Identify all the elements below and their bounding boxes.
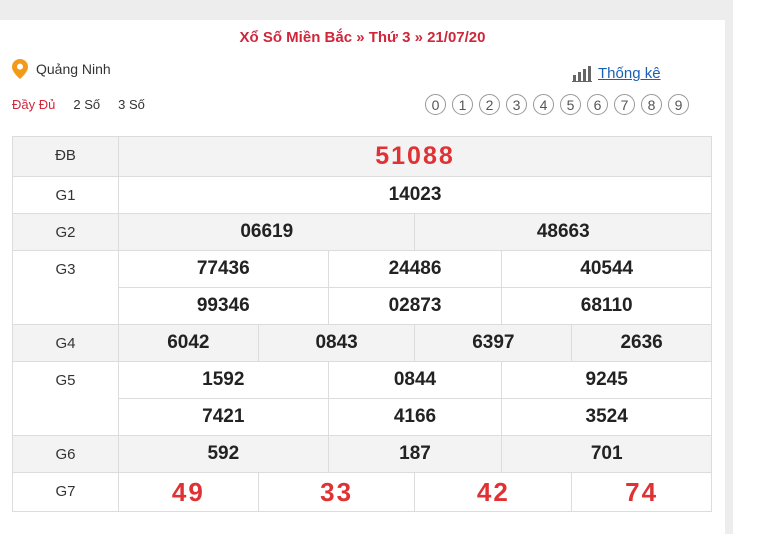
digit-button-5[interactable]: 5 [560,94,581,115]
digit-button-6[interactable]: 6 [587,94,608,115]
stats-link[interactable]: Thống kê [598,65,661,82]
row-g3: G3 77436 24486 40544 [12,250,712,325]
prize-label: G5 [12,361,119,436]
prize-label: ĐB [12,136,119,177]
prize-number: 48663 [414,213,712,251]
digit-button-2[interactable]: 2 [479,94,500,115]
side-panel [733,0,758,534]
prize-number-highlight: 49 [118,472,259,512]
prize-number: 701 [501,435,712,473]
prize-number: 77436 [118,250,329,288]
prize-number: 6397 [414,324,573,362]
prize-number-highlight: 42 [414,472,573,512]
digit-button-8[interactable]: 8 [641,94,662,115]
prize-number: 187 [327,435,503,473]
bar-chart-icon [572,65,592,82]
special-prize-number: 51088 [118,136,712,177]
prize-number: 99346 [118,287,329,325]
prize-number: 3524 [501,398,712,436]
prize-number: 1592 [118,361,329,399]
digit-button-4[interactable]: 4 [533,94,554,115]
digit-button-0[interactable]: 0 [425,94,446,115]
mode-2-digits[interactable]: 2 Số [73,97,100,112]
display-mode-tabs: Đầy Đủ 2 Số 3 Số [12,97,163,112]
location-pin-icon [12,59,28,79]
prize-number: 7421 [118,398,329,436]
prize-number: 14023 [118,176,712,214]
prize-label: G7 [12,472,119,512]
row-db: ĐB 51088 [12,136,712,177]
prize-label: G1 [12,176,119,214]
prize-number: 24486 [327,250,503,288]
digit-button-3[interactable]: 3 [506,94,527,115]
prize-number: 6042 [118,324,259,362]
prize-number: 02873 [327,287,503,325]
row-g4: G4 6042 0843 6397 2636 [12,324,712,362]
prize-number: 40544 [501,250,712,288]
row-g7: G7 49 33 42 74 [12,472,712,512]
prize-number: 06619 [117,213,416,251]
page-title[interactable]: Xổ Số Miền Bắc » Thứ 3 » 21/07/20 [0,29,725,46]
location-label: Quảng Ninh [36,61,111,77]
prize-label: G6 [12,435,119,473]
digit-button-9[interactable]: 9 [668,94,689,115]
stats-link-group[interactable]: Thống kê [572,65,661,82]
prize-label: G2 [12,213,119,251]
row-g5: G5 1592 0844 9245 [12,361,712,436]
row-g2: G2 06619 48663 [12,213,712,251]
mode-3-digits[interactable]: 3 Số [118,97,145,112]
prize-number: 2636 [571,324,712,362]
digit-button-1[interactable]: 1 [452,94,473,115]
prize-label: G3 [12,250,119,325]
prize-number: 4166 [327,398,503,436]
results-table: ĐB 51088 G1 14023 G2 06619 48663 G3 7743… [12,136,712,512]
row-g6: G6 592 187 701 [12,435,712,473]
prize-number-highlight: 74 [571,472,712,512]
prize-number: 68110 [501,287,712,325]
mode-full[interactable]: Đầy Đủ [12,97,55,112]
prize-number-highlight: 33 [257,472,416,512]
digit-button-7[interactable]: 7 [614,94,635,115]
prize-label: G4 [12,324,119,362]
prize-number: 0843 [257,324,416,362]
location-selector[interactable]: Quảng Ninh [12,59,111,79]
prize-number: 592 [118,435,329,473]
row-g1: G1 14023 [12,176,712,214]
prize-number: 9245 [501,361,712,399]
digit-filter: 0 1 2 3 4 5 6 7 8 9 [425,94,695,115]
prize-number: 0844 [327,361,503,399]
